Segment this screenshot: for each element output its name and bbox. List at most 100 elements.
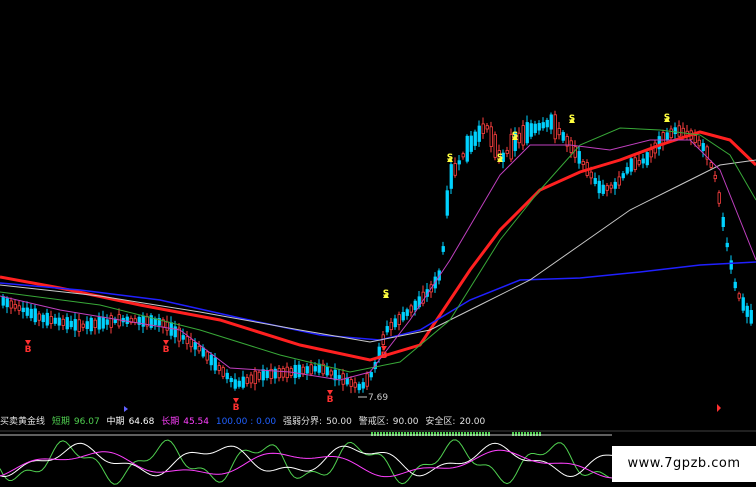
candle-body xyxy=(193,342,197,350)
candle-body xyxy=(457,160,461,165)
candle-body xyxy=(329,370,333,376)
candle-body xyxy=(665,132,669,140)
candle-body xyxy=(589,171,593,179)
candle-body xyxy=(593,178,597,184)
candle-body xyxy=(581,161,585,165)
candle-body xyxy=(453,163,457,176)
candle-body xyxy=(397,314,401,325)
candle-body xyxy=(81,323,85,328)
candle-body xyxy=(93,319,97,329)
candle-body xyxy=(545,119,549,128)
scroll-marker-right xyxy=(717,404,721,412)
long-term-value: 45.54 xyxy=(183,417,209,427)
candle-body xyxy=(525,122,529,144)
mid-term-label: 中期 xyxy=(106,417,125,427)
candle-body xyxy=(741,297,745,311)
short-term-label: 短期 xyxy=(51,417,70,427)
candle-body xyxy=(721,217,725,227)
candle-body xyxy=(369,372,373,378)
price-chart[interactable]: B B B B S B S S S S S 7.69 xyxy=(0,0,756,414)
signal-label: S xyxy=(664,113,670,123)
candle-body xyxy=(325,366,329,376)
candle-body xyxy=(249,374,253,384)
candle-body xyxy=(301,366,305,375)
candle-body xyxy=(265,370,269,379)
candle-body xyxy=(25,307,29,316)
candle-body xyxy=(253,370,257,385)
candle-body xyxy=(237,380,241,387)
signal-marker: B xyxy=(233,398,240,413)
candle-body xyxy=(229,377,233,383)
candle-body xyxy=(65,317,69,330)
signal-marker: S xyxy=(569,114,575,124)
candle-body xyxy=(697,139,701,147)
candle-body xyxy=(21,307,25,313)
signal-label: B xyxy=(233,403,240,413)
candle-body xyxy=(37,313,41,321)
indicator-header: 买卖黄金线 短期 96.07 中期 64.68 长期 45.54 100.00 : 0… xyxy=(0,416,756,429)
signal-marker: S xyxy=(664,113,670,123)
candle-body xyxy=(669,128,673,139)
candle-body xyxy=(577,151,581,164)
candle-body xyxy=(345,377,349,385)
candle-body xyxy=(745,305,749,317)
candle-body xyxy=(33,308,37,323)
candle-body xyxy=(293,364,297,378)
candle-body xyxy=(97,317,101,330)
candle-body xyxy=(677,125,681,137)
candle-body xyxy=(413,300,417,311)
candle-body xyxy=(357,383,361,391)
candle-body xyxy=(569,140,573,153)
candle-body xyxy=(225,372,229,380)
safe-label: 安全区: xyxy=(425,417,456,427)
signal-label: S xyxy=(383,289,389,299)
candle-body xyxy=(609,184,613,189)
candle-body xyxy=(505,150,509,154)
strength-label: 强弱分界: xyxy=(283,417,323,427)
signal-marker: S xyxy=(512,131,518,141)
candle-body xyxy=(9,300,13,309)
signal-marker: B xyxy=(327,390,334,405)
candle-body xyxy=(749,310,753,324)
candle-body xyxy=(597,180,601,194)
candle-body xyxy=(201,347,205,357)
candle-body xyxy=(553,114,557,140)
candle-body xyxy=(101,316,105,329)
candle-body xyxy=(725,242,729,248)
candle-body xyxy=(449,164,453,189)
candle-body xyxy=(1,296,5,306)
signal-label: S xyxy=(447,153,453,163)
signal-label: B xyxy=(163,345,170,355)
scroll-marker xyxy=(124,406,128,412)
candle-body xyxy=(49,316,53,324)
short-term-value: 96.07 xyxy=(73,417,100,427)
signal-marker: S xyxy=(383,289,389,299)
candle-body xyxy=(649,149,653,158)
signal-label: B xyxy=(327,395,334,405)
candle-body xyxy=(613,181,617,189)
candle-body xyxy=(529,123,533,137)
candle-body xyxy=(517,132,521,144)
candle-body xyxy=(401,312,405,321)
candle-body xyxy=(349,379,353,387)
signal-label: S xyxy=(497,153,503,163)
candle-body xyxy=(241,376,245,388)
signal-marker: S xyxy=(497,153,503,163)
candle-body xyxy=(557,128,561,136)
candle-body xyxy=(73,319,77,331)
chart-window: B B B B S B S S S S S 7.69 买卖黄金线 短期 96.07 中期 64.68 长期… xyxy=(0,0,756,487)
candle-body xyxy=(125,316,129,324)
candle-body xyxy=(445,190,449,216)
candle-body xyxy=(625,167,629,174)
candle-body xyxy=(333,369,337,381)
indicator-name[interactable]: 买卖黄金线 xyxy=(0,417,45,427)
annotation-label: 7.69 xyxy=(368,393,388,403)
candle-body xyxy=(473,131,477,146)
candle-body xyxy=(141,315,145,327)
watermark: www.7gpzb.com xyxy=(612,446,756,482)
candle-body xyxy=(537,123,541,131)
candle-body xyxy=(217,365,221,371)
candle-body xyxy=(109,315,113,328)
candle-body xyxy=(233,379,237,389)
candle-body xyxy=(441,246,445,252)
